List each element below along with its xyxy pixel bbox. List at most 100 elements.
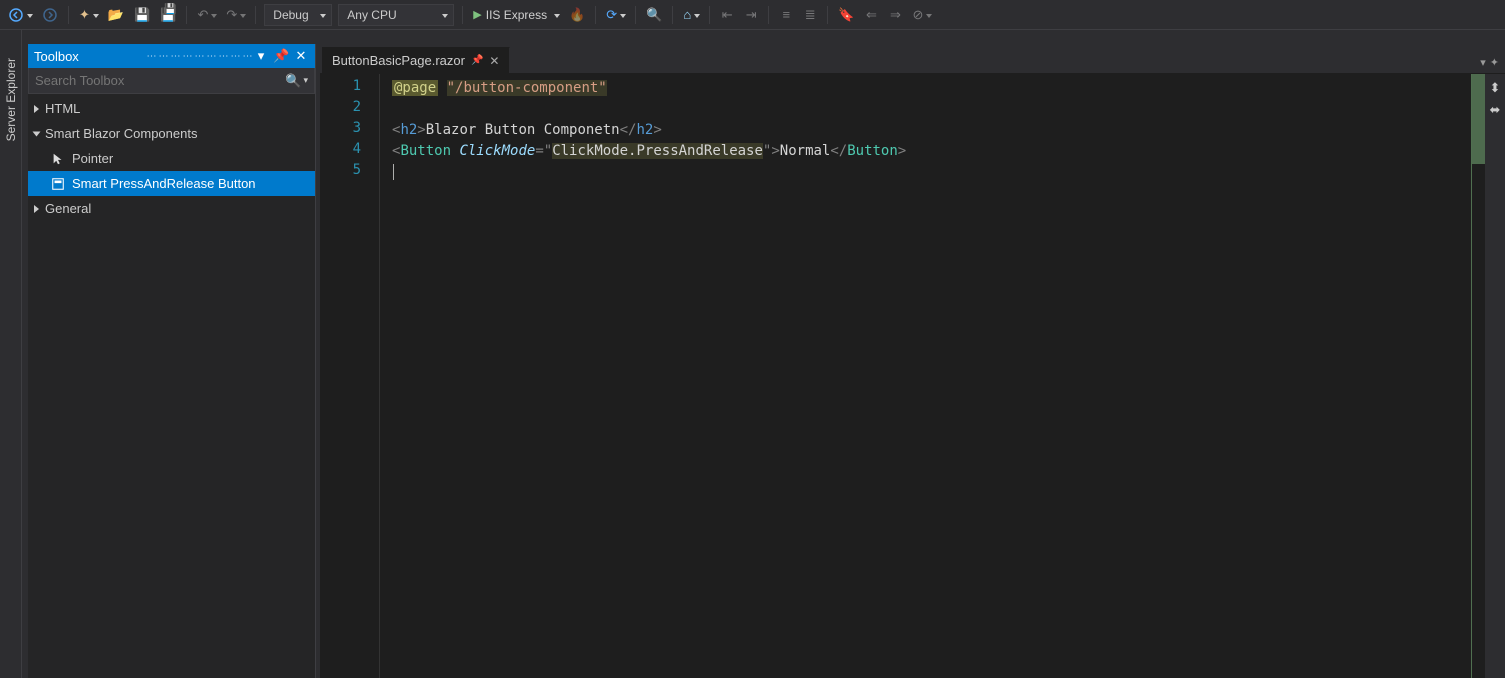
chevron-down-icon xyxy=(27,14,33,18)
close-icon[interactable]: ✕ xyxy=(293,48,309,64)
redo-icon: ↷ xyxy=(226,7,237,23)
undo-button[interactable]: ↶ xyxy=(193,4,220,26)
code-line xyxy=(392,99,1471,120)
separator xyxy=(672,6,673,24)
separator xyxy=(255,6,256,24)
platform-value: Any CPU xyxy=(347,8,396,22)
code-line: @page "/button-component" xyxy=(392,78,1471,99)
folder-open-icon: 📂 xyxy=(108,7,124,23)
chevron-down-icon[interactable]: ▾ xyxy=(303,75,308,86)
browser-link-button[interactable]: ⌂ xyxy=(679,4,703,26)
browser-refresh-button[interactable]: ⟳ xyxy=(602,4,629,26)
bookmark-icon: 🔖 xyxy=(838,7,854,23)
line-number: 3 xyxy=(320,120,361,141)
run-button[interactable]: ▶ IIS Express xyxy=(469,4,563,26)
code-line: <h2>Blazor Button Componetn</h2> xyxy=(392,120,1471,141)
save-all-button[interactable]: 💾💾 xyxy=(156,4,180,26)
nav-forward-button[interactable] xyxy=(38,4,62,26)
next-bookmark-button[interactable]: ⇒ xyxy=(884,4,906,26)
pin-icon[interactable]: 📌 xyxy=(471,55,483,66)
code-editor[interactable]: @page "/button-component" <h2>Blazor But… xyxy=(380,74,1471,678)
line-number-gutter: 1 2 3 4 5 xyxy=(320,74,380,678)
line-number: 5 xyxy=(320,162,361,183)
flame-icon: 🔥 xyxy=(569,7,585,23)
outdent-button[interactable]: ⇤ xyxy=(716,4,738,26)
fullscreen-icon[interactable]: ✦ xyxy=(1490,56,1499,69)
window-position-icon[interactable]: ▾ xyxy=(253,48,269,64)
redo-button[interactable]: ↷ xyxy=(222,4,249,26)
configuration-dropdown[interactable]: Debug xyxy=(264,4,332,26)
toolbox-search[interactable]: 🔍 ▾ xyxy=(28,68,315,94)
split-horizontal-icon[interactable]: ⬍ xyxy=(1490,80,1501,96)
toolbox-group-general[interactable]: General xyxy=(28,196,315,221)
chevron-down-icon xyxy=(926,14,932,18)
server-explorer-tab[interactable]: Server Explorer xyxy=(2,50,20,149)
separator xyxy=(595,6,596,24)
toolbox-group-smart-blazor[interactable]: Smart Blazor Components xyxy=(28,121,315,146)
expand-icon xyxy=(34,105,39,113)
overview-ruler[interactable] xyxy=(1471,74,1485,678)
group-label: General xyxy=(45,201,91,216)
editor-area: ButtonBasicPage.razor 📌 ✕ ▾ ✦ 1 2 3 4 5 … xyxy=(320,44,1505,678)
bookmark-next-icon: ⇒ xyxy=(890,7,901,23)
prev-bookmark-button[interactable]: ⇐ xyxy=(860,4,882,26)
indent-icon: ⇥ xyxy=(746,7,757,23)
comment-button[interactable]: ≡ xyxy=(775,4,797,26)
bookmark-button[interactable]: 🔖 xyxy=(834,4,858,26)
toolbox-titlebar[interactable]: Toolbox ⋯⋯⋯⋯⋯⋯⋯⋯⋯⋯⋯ ▾ 📌 ✕ xyxy=(28,44,315,68)
browser-icon: ⌂ xyxy=(683,7,691,22)
configuration-value: Debug xyxy=(273,8,308,22)
toolbox-tree: HTML Smart Blazor Components Pointer Sma… xyxy=(28,94,315,223)
line-number: 4 xyxy=(320,141,361,162)
sparkle-icon: ✦ xyxy=(79,7,90,23)
chevron-down-icon xyxy=(93,14,99,18)
split-vertical-icon[interactable]: ⬌ xyxy=(1490,102,1501,118)
line-number: 1 xyxy=(320,78,361,99)
code-line: <Button ClickMode="ClickMode.PressAndRel… xyxy=(392,141,1471,162)
editor-tabstrip: ButtonBasicPage.razor 📌 ✕ ▾ ✦ xyxy=(320,44,1505,74)
save-all-icon: 💾💾 xyxy=(160,7,176,23)
save-button[interactable]: 💾 xyxy=(130,4,154,26)
bookmark-prev-icon: ⇐ xyxy=(866,7,877,23)
separator xyxy=(709,6,710,24)
separator xyxy=(68,6,69,24)
outdent-icon: ⇤ xyxy=(722,7,733,23)
uncomment-button[interactable]: ≣ xyxy=(799,4,821,26)
toolbox-item-smart-button[interactable]: Smart PressAndRelease Button xyxy=(28,171,315,196)
left-tab-rail: Server Explorer xyxy=(0,30,22,678)
tab-overflow-icon[interactable]: ▾ xyxy=(1480,56,1486,69)
toolbox-search-input[interactable] xyxy=(35,73,285,88)
chevron-down-icon xyxy=(442,14,448,18)
document-tab[interactable]: ButtonBasicPage.razor 📌 ✕ xyxy=(322,47,510,73)
open-file-button[interactable]: 📂 xyxy=(104,4,128,26)
item-label: Pointer xyxy=(72,151,113,166)
platform-dropdown[interactable]: Any CPU xyxy=(338,4,454,26)
line-number: 2 xyxy=(320,99,361,120)
separator xyxy=(827,6,828,24)
indent-button[interactable]: ⇥ xyxy=(740,4,762,26)
collapse-icon xyxy=(33,131,41,136)
item-label: Smart PressAndRelease Button xyxy=(72,176,256,191)
toolbox-title-text: Toolbox xyxy=(34,49,141,64)
code-line xyxy=(392,162,1471,183)
toolbox-item-pointer[interactable]: Pointer xyxy=(28,146,315,171)
separator xyxy=(186,6,187,24)
refresh-icon: ⟳ xyxy=(606,7,617,23)
toolbox-panel: Toolbox ⋯⋯⋯⋯⋯⋯⋯⋯⋯⋯⋯ ▾ 📌 ✕ 🔍 ▾ HTML Smart… xyxy=(28,44,316,678)
close-icon[interactable]: ✕ xyxy=(489,54,499,68)
pin-icon[interactable]: 📌 xyxy=(273,48,289,64)
nav-back-button[interactable] xyxy=(4,4,36,26)
editor-body: 1 2 3 4 5 @page "/button-component" <h2>… xyxy=(320,74,1505,678)
chevron-down-icon xyxy=(211,14,217,18)
hot-reload-button[interactable]: 🔥 xyxy=(565,4,589,26)
find-in-files-button[interactable]: 🔍 xyxy=(642,4,666,26)
pointer-icon xyxy=(50,151,66,167)
new-item-button[interactable]: ✦ xyxy=(75,4,102,26)
folder-search-icon: 🔍 xyxy=(646,7,662,23)
clear-bookmarks-button[interactable]: ⊘ xyxy=(908,4,935,26)
chevron-down-icon xyxy=(240,14,246,18)
search-icon[interactable]: 🔍 xyxy=(285,73,301,89)
chevron-down-icon xyxy=(554,14,560,18)
run-target-label: IIS Express xyxy=(486,8,547,22)
toolbox-group-html[interactable]: HTML xyxy=(28,96,315,121)
